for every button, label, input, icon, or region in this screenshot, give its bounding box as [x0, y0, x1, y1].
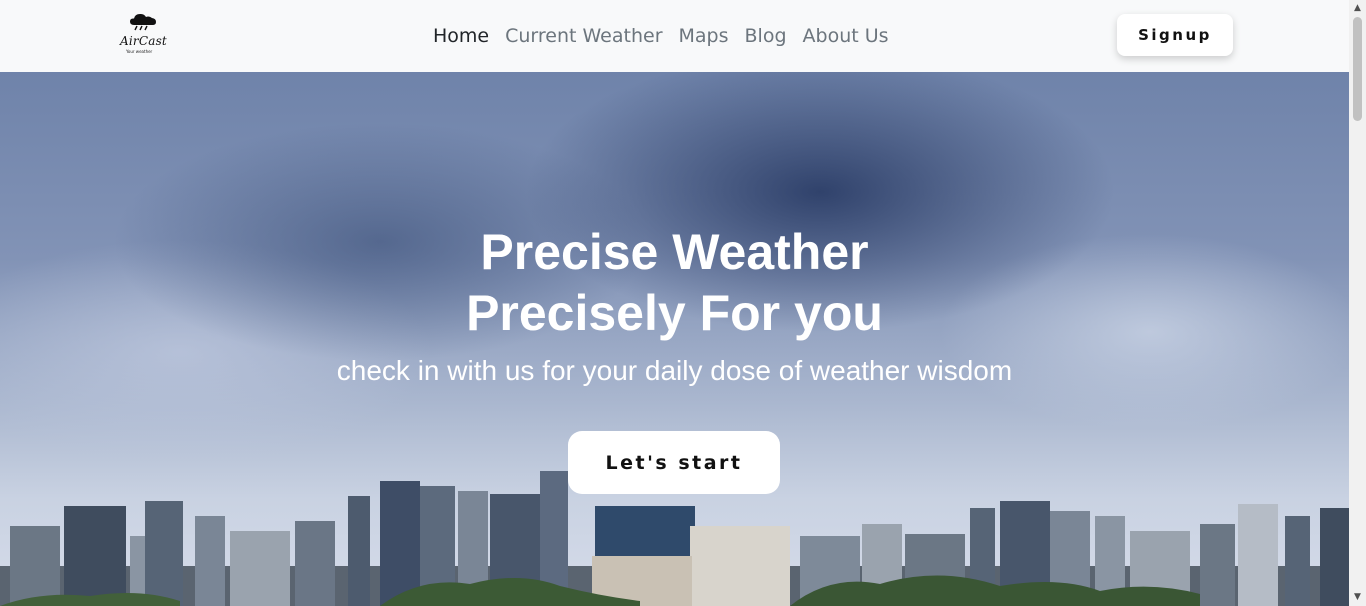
hero-title-line-2: Precisely For you [466, 285, 883, 341]
brand-tagline: Your weather [126, 49, 153, 54]
scrollbar-thumb[interactable] [1353, 17, 1362, 121]
nav-maps[interactable]: Maps [679, 24, 729, 48]
cloud-rain-icon [130, 13, 156, 31]
scroll-down-arrow-icon[interactable]: ▼ [1349, 589, 1366, 606]
scroll-up-arrow-icon[interactable]: ▲ [1349, 0, 1366, 17]
main-nav: Home Current Weather Maps Blog About Us [433, 24, 905, 48]
hero-title-line-1: Precise Weather [480, 224, 869, 280]
page-scrollbar[interactable]: ▲ ▼ [1349, 0, 1366, 606]
brand-name: AirCast [120, 34, 167, 48]
navbar: AirCast Your weather Home Current Weathe… [0, 0, 1349, 72]
hero-subtitle: check in with us for your daily dose of … [336, 355, 1013, 386]
nav-about-us[interactable]: About Us [803, 24, 889, 48]
hero-title: Precise Weather Precisely For you [0, 222, 1349, 344]
signup-button[interactable]: Signup [1117, 14, 1233, 56]
lets-start-button[interactable]: Let's start [568, 431, 780, 494]
brand-logo[interactable]: AirCast Your weather [118, 12, 170, 58]
nav-home[interactable]: Home [433, 24, 489, 48]
nav-current-weather[interactable]: Current Weather [505, 24, 662, 48]
nav-blog[interactable]: Blog [745, 24, 787, 48]
hero-section: Precise Weather Precisely For you check … [0, 72, 1349, 606]
